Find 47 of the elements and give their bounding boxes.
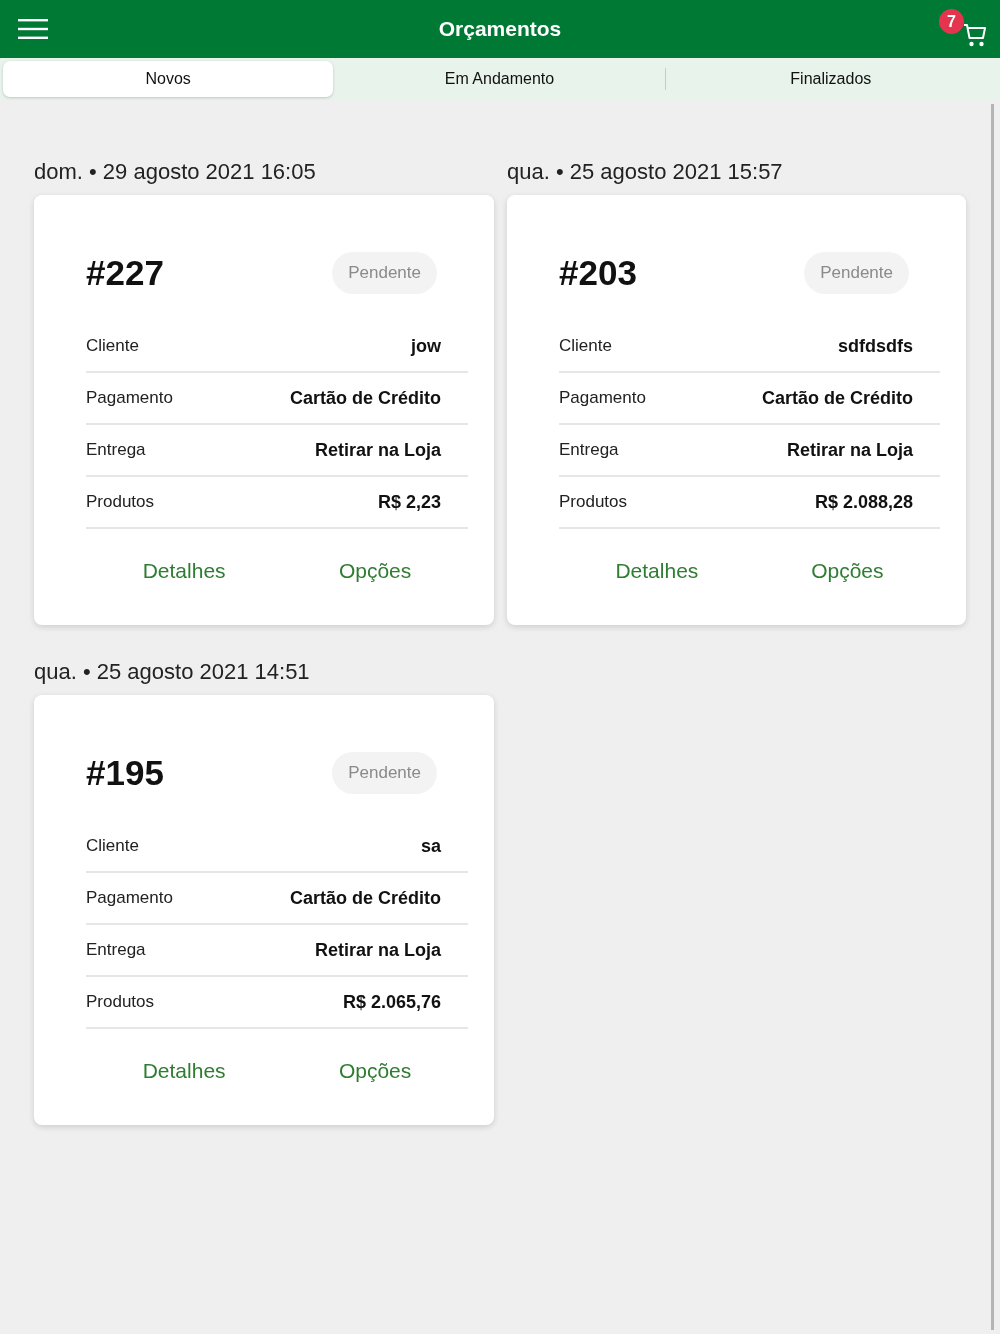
action-link[interactable]: Opções <box>799 555 896 587</box>
order-date: qua. • 25 agosto 2021 15:57 <box>507 158 784 186</box>
field-value: Cartão de Crédito <box>761 387 913 409</box>
field-label: Entrega <box>86 440 146 460</box>
order-number: #203 <box>559 253 637 293</box>
field-value: Retirar na Loja <box>786 439 913 461</box>
field-label: Cliente <box>559 336 612 356</box>
field-label: Produtos <box>86 492 155 512</box>
field-value: sa <box>420 835 441 857</box>
field-value: Cartão de Crédito <box>289 887 441 909</box>
action-link[interactable]: Detalhes <box>130 1055 238 1087</box>
order-date: qua. • 25 agosto 2021 14:51 <box>34 658 311 686</box>
cart-count-badge: 7 <box>939 9 964 34</box>
page-title: Orçamentos <box>438 17 562 41</box>
field-value: Cartão de Crédito <box>289 387 441 409</box>
order-number: #227 <box>86 253 164 293</box>
field-value: jow <box>411 335 441 357</box>
field-value: R$ 2.065,76 <box>342 991 441 1013</box>
order-date: dom. • 29 agosto 2021 16:05 <box>34 158 317 186</box>
scrollbar[interactable] <box>991 104 994 1330</box>
field-value: R$ 2,23 <box>377 491 441 513</box>
status-badge: Pendente <box>332 752 437 794</box>
tab[interactable]: Finalizados <box>665 61 996 97</box>
status-badge: Pendente <box>332 252 437 294</box>
status-badge: Pendente <box>804 252 909 294</box>
field-label: Produtos <box>86 992 155 1012</box>
action-link[interactable]: Detalhes <box>130 555 238 587</box>
cart-icon[interactable] <box>964 21 986 47</box>
field-value: sdfdsdfs <box>838 335 913 357</box>
action-link[interactable]: Opções <box>326 555 424 587</box>
field-label: Cliente <box>86 336 139 356</box>
action-link[interactable]: Opções <box>326 1055 424 1087</box>
tab[interactable]: Novos <box>3 61 334 97</box>
field-label: Entrega <box>559 440 619 460</box>
field-label: Entrega <box>86 940 146 960</box>
order-number: #195 <box>86 753 164 793</box>
action-link[interactable]: Detalhes <box>603 555 711 587</box>
field-value: Retirar na Loja <box>314 439 441 461</box>
field-value: R$ 2.088,28 <box>814 491 913 513</box>
tab[interactable]: Em Andamento <box>334 61 665 97</box>
field-value: Retirar na Loja <box>314 939 441 961</box>
field-label: Pagamento <box>559 388 646 408</box>
menu-icon[interactable] <box>18 19 48 39</box>
field-label: Pagamento <box>86 888 173 908</box>
field-label: Pagamento <box>86 388 173 408</box>
field-label: Cliente <box>86 836 139 856</box>
field-label: Produtos <box>559 492 628 512</box>
